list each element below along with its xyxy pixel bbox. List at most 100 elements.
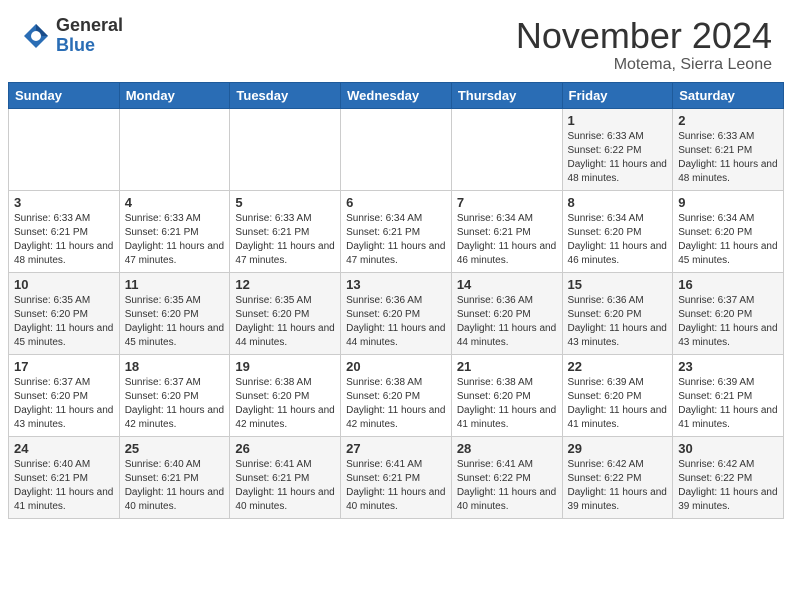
day-number: 27 — [346, 441, 446, 456]
day-info: Sunrise: 6:34 AM Sunset: 6:21 PM Dayligh… — [457, 212, 557, 268]
calendar-cell — [341, 108, 452, 190]
day-number: 24 — [14, 441, 114, 456]
day-number: 26 — [235, 441, 335, 456]
calendar-week-row: 24 Sunrise: 6:40 AM Sunset: 6:21 PM Dayli… — [9, 436, 784, 518]
day-info: Sunrise: 6:35 AM Sunset: 6:20 PM Dayligh… — [125, 294, 225, 350]
calendar-cell: 15 Sunrise: 6:36 AM Sunset: 6:20 PM Dayli… — [562, 272, 673, 354]
day-number: 17 — [14, 359, 114, 374]
calendar-table: Sunday Monday Tuesday Wednesday Thursday… — [8, 82, 784, 519]
logo-blue-text: Blue — [56, 36, 123, 56]
calendar-cell: 2Sunrise: 6:33 AM Sunset: 6:21 PM Daylig… — [673, 108, 784, 190]
day-number: 21 — [457, 359, 557, 374]
day-number: 11 — [125, 277, 225, 292]
day-number: 18 — [125, 359, 225, 374]
day-info: Sunrise: 6:37 AM Sunset: 6:20 PM Dayligh… — [14, 376, 114, 432]
day-info: Sunrise: 6:33 AM Sunset: 6:21 PM Dayligh… — [235, 212, 335, 268]
calendar-week-row: 3 Sunrise: 6:33 AM Sunset: 6:21 PM Daylig… — [9, 190, 784, 272]
day-info: Sunrise: 6:33 AM Sunset: 6:21 PM Dayligh… — [125, 212, 225, 268]
day-info: Sunrise: 6:42 AM Sunset: 6:22 PM Dayligh… — [568, 458, 668, 514]
day-number: 3 — [14, 195, 114, 210]
day-info: Sunrise: 6:34 AM Sunset: 6:21 PM Dayligh… — [346, 212, 446, 268]
calendar-cell: 16 Sunrise: 6:37 AM Sunset: 6:20 PM Dayli… — [673, 272, 784, 354]
day-number: 20 — [346, 359, 446, 374]
calendar-cell: 18 Sunrise: 6:37 AM Sunset: 6:20 PM Dayli… — [119, 354, 230, 436]
day-number: 15 — [568, 277, 668, 292]
col-thursday: Thursday — [451, 82, 562, 108]
day-number: 23 — [678, 359, 778, 374]
calendar: Sunday Monday Tuesday Wednesday Thursday… — [0, 82, 792, 612]
calendar-cell: 5Sunrise: 6:33 AM Sunset: 6:21 PM Daylig… — [230, 190, 341, 272]
day-info: Sunrise: 6:41 AM Sunset: 6:22 PM Dayligh… — [457, 458, 557, 514]
day-number: 13 — [346, 277, 446, 292]
day-number: 28 — [457, 441, 557, 456]
calendar-week-row: 17 Sunrise: 6:37 AM Sunset: 6:20 PM Dayli… — [9, 354, 784, 436]
day-info: Sunrise: 6:40 AM Sunset: 6:21 PM Dayligh… — [14, 458, 114, 514]
calendar-cell: 20 Sunrise: 6:38 AM Sunset: 6:20 PM Dayli… — [341, 354, 452, 436]
calendar-cell — [9, 108, 120, 190]
day-info: Sunrise: 6:36 AM Sunset: 6:20 PM Dayligh… — [457, 294, 557, 350]
calendar-cell: 19Sunrise: 6:38 AM Sunset: 6:20 PM Dayli… — [230, 354, 341, 436]
calendar-cell: 4 Sunrise: 6:33 AM Sunset: 6:21 PM Daylig… — [119, 190, 230, 272]
day-info: Sunrise: 6:33 AM Sunset: 6:21 PM Dayligh… — [678, 130, 778, 186]
calendar-cell: 10 Sunrise: 6:35 AM Sunset: 6:20 PM Dayli… — [9, 272, 120, 354]
day-info: Sunrise: 6:33 AM Sunset: 6:22 PM Dayligh… — [568, 130, 668, 186]
calendar-cell: 12Sunrise: 6:35 AM Sunset: 6:20 PM Dayli… — [230, 272, 341, 354]
logo-icon — [20, 20, 52, 52]
calendar-cell: 26Sunrise: 6:41 AM Sunset: 6:21 PM Dayli… — [230, 436, 341, 518]
day-number: 30 — [678, 441, 778, 456]
calendar-cell: 17 Sunrise: 6:37 AM Sunset: 6:20 PM Dayli… — [9, 354, 120, 436]
day-info: Sunrise: 6:41 AM Sunset: 6:21 PM Dayligh… — [346, 458, 446, 514]
col-saturday: Saturday — [673, 82, 784, 108]
col-wednesday: Wednesday — [341, 82, 452, 108]
day-info: Sunrise: 6:37 AM Sunset: 6:20 PM Dayligh… — [125, 376, 225, 432]
day-info: Sunrise: 6:36 AM Sunset: 6:20 PM Dayligh… — [568, 294, 668, 350]
day-number: 1 — [568, 113, 668, 128]
col-tuesday: Tuesday — [230, 82, 341, 108]
calendar-cell: 8Sunrise: 6:34 AM Sunset: 6:20 PM Daylig… — [562, 190, 673, 272]
calendar-cell: 30 Sunrise: 6:42 AM Sunset: 6:22 PM Dayli… — [673, 436, 784, 518]
logo: General Blue — [20, 16, 123, 56]
calendar-cell — [119, 108, 230, 190]
day-number: 16 — [678, 277, 778, 292]
col-monday: Monday — [119, 82, 230, 108]
calendar-cell: 28 Sunrise: 6:41 AM Sunset: 6:22 PM Dayli… — [451, 436, 562, 518]
day-number: 6 — [346, 195, 446, 210]
day-info: Sunrise: 6:39 AM Sunset: 6:20 PM Dayligh… — [568, 376, 668, 432]
day-number: 12 — [235, 277, 335, 292]
calendar-cell: 7 Sunrise: 6:34 AM Sunset: 6:21 PM Daylig… — [451, 190, 562, 272]
day-info: Sunrise: 6:36 AM Sunset: 6:20 PM Dayligh… — [346, 294, 446, 350]
logo-text: General Blue — [56, 16, 123, 56]
day-info: Sunrise: 6:38 AM Sunset: 6:20 PM Dayligh… — [346, 376, 446, 432]
col-friday: Friday — [562, 82, 673, 108]
col-sunday: Sunday — [9, 82, 120, 108]
day-number: 8 — [568, 195, 668, 210]
calendar-week-row: 10 Sunrise: 6:35 AM Sunset: 6:20 PM Dayli… — [9, 272, 784, 354]
calendar-cell: 23Sunrise: 6:39 AM Sunset: 6:21 PM Dayli… — [673, 354, 784, 436]
logo-general-text: General — [56, 16, 123, 36]
calendar-cell: 13 Sunrise: 6:36 AM Sunset: 6:20 PM Dayli… — [341, 272, 452, 354]
calendar-cell: 24 Sunrise: 6:40 AM Sunset: 6:21 PM Dayli… — [9, 436, 120, 518]
calendar-cell: 14 Sunrise: 6:36 AM Sunset: 6:20 PM Dayli… — [451, 272, 562, 354]
day-info: Sunrise: 6:37 AM Sunset: 6:20 PM Dayligh… — [678, 294, 778, 350]
day-number: 4 — [125, 195, 225, 210]
header: General Blue November 2024 Motema, Sierr… — [0, 0, 792, 82]
calendar-cell: 1 Sunrise: 6:33 AM Sunset: 6:22 PM Daylig… — [562, 108, 673, 190]
day-number: 19 — [235, 359, 335, 374]
day-info: Sunrise: 6:33 AM Sunset: 6:21 PM Dayligh… — [14, 212, 114, 268]
day-number: 10 — [14, 277, 114, 292]
calendar-cell: 27 Sunrise: 6:41 AM Sunset: 6:21 PM Dayli… — [341, 436, 452, 518]
calendar-cell: 25Sunrise: 6:40 AM Sunset: 6:21 PM Dayli… — [119, 436, 230, 518]
calendar-cell: 6 Sunrise: 6:34 AM Sunset: 6:21 PM Daylig… — [341, 190, 452, 272]
day-info: Sunrise: 6:42 AM Sunset: 6:22 PM Dayligh… — [678, 458, 778, 514]
location: Motema, Sierra Leone — [516, 56, 772, 74]
day-number: 7 — [457, 195, 557, 210]
calendar-cell — [451, 108, 562, 190]
calendar-cell: 22Sunrise: 6:39 AM Sunset: 6:20 PM Dayli… — [562, 354, 673, 436]
day-info: Sunrise: 6:34 AM Sunset: 6:20 PM Dayligh… — [678, 212, 778, 268]
calendar-cell: 9Sunrise: 6:34 AM Sunset: 6:20 PM Daylig… — [673, 190, 784, 272]
calendar-week-row: 1 Sunrise: 6:33 AM Sunset: 6:22 PM Daylig… — [9, 108, 784, 190]
calendar-cell: 11 Sunrise: 6:35 AM Sunset: 6:20 PM Dayli… — [119, 272, 230, 354]
day-number: 14 — [457, 277, 557, 292]
day-info: Sunrise: 6:35 AM Sunset: 6:20 PM Dayligh… — [14, 294, 114, 350]
title-block: November 2024 Motema, Sierra Leone — [516, 16, 772, 74]
